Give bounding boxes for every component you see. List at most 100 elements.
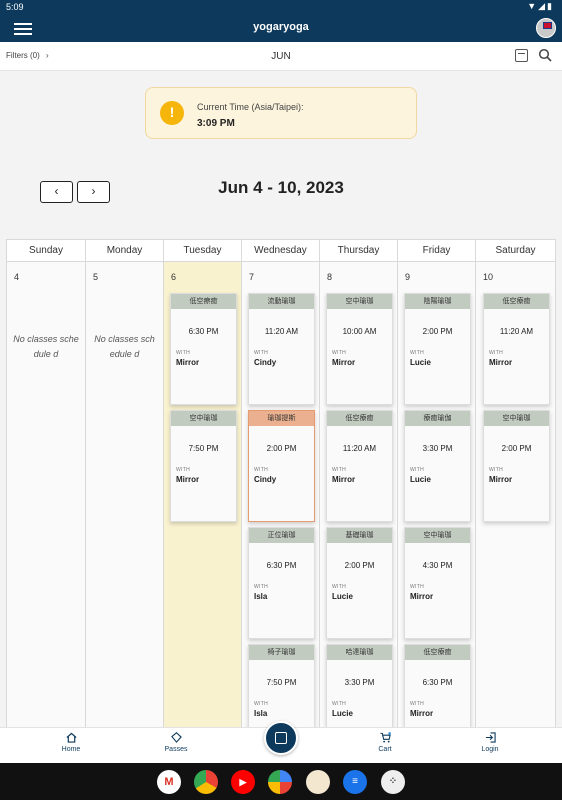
- apps-grid-icon[interactable]: ⁘: [381, 770, 405, 794]
- next-week-button[interactable]: ›: [77, 181, 110, 203]
- with-label: WITH: [410, 467, 424, 473]
- class-time: 6:30 PM: [422, 678, 453, 687]
- with-label: WITH: [254, 701, 268, 707]
- app-icon[interactable]: [306, 770, 330, 794]
- class-card[interactable]: 基礎瑜珈 2:00 PM WITH Lucie: [326, 527, 393, 639]
- class-title: 空中瑜珈: [405, 528, 470, 543]
- messages-icon[interactable]: ≡: [343, 770, 367, 794]
- with-label: WITH: [332, 584, 346, 590]
- class-time: 2:00 PM: [501, 444, 532, 453]
- class-card[interactable]: 流動瑜珈 11:20 AM WITH Cindy: [248, 293, 315, 405]
- nav-home[interactable]: Home: [36, 732, 106, 753]
- class-title: 空中瑜珈: [484, 411, 549, 426]
- home-icon: [66, 732, 76, 743]
- filters-label: Filters (0): [6, 51, 40, 60]
- schedule-fab-button[interactable]: [264, 721, 298, 755]
- class-card-highlighted[interactable]: 瑜珈提斯 2:00 PM WITH Cindy: [248, 410, 315, 522]
- class-time: 7:50 PM: [188, 444, 219, 453]
- day-number: 6: [171, 272, 177, 282]
- with-label: WITH: [332, 467, 346, 473]
- class-card[interactable]: 低空療癒 11:20 AM WITH Mirror: [326, 410, 393, 522]
- day-header-thursday: Thursday: [320, 239, 398, 262]
- day-header-tuesday: Tuesday: [164, 239, 242, 262]
- class-title: 基礎瑜珈: [327, 528, 392, 543]
- teacher-name: Mirror: [332, 358, 356, 367]
- no-classes-text: No classes schedule d: [13, 334, 79, 359]
- calendar-icon: [275, 732, 287, 744]
- with-label: WITH: [410, 350, 424, 356]
- nav-login[interactable]: Login: [455, 732, 525, 753]
- filters-button[interactable]: Filters (0) ›: [6, 51, 49, 60]
- class-time: 3:30 PM: [422, 444, 453, 453]
- class-time: 2:00 PM: [422, 327, 453, 336]
- class-time: 10:00 AM: [342, 327, 377, 336]
- class-card[interactable]: 低空療癒 6:30 PM WITH Mirror: [404, 644, 471, 727]
- class-card[interactable]: 療癒瑜伽 3:30 PM WITH Lucie: [404, 410, 471, 522]
- class-time: 6:30 PM: [266, 561, 297, 570]
- teacher-name: Mirror: [410, 592, 434, 601]
- youtube-icon[interactable]: ▶: [231, 770, 255, 794]
- class-card[interactable]: 低空療癒 11:20 AM WITH Mirror: [483, 293, 550, 405]
- nav-cart[interactable]: Cart: [350, 732, 420, 753]
- teacher-name: Isla: [254, 592, 268, 601]
- class-card[interactable]: 空中瑜珈 7:50 PM WITH Mirror: [170, 410, 237, 522]
- nav-login-label: Login: [481, 746, 499, 753]
- app-title: yogaryoga: [253, 21, 309, 33]
- with-label: WITH: [254, 584, 268, 590]
- day-number: 7: [249, 272, 255, 282]
- class-title: 流動瑜珈: [249, 294, 314, 309]
- teacher-name: Mirror: [176, 358, 200, 367]
- day-header-sunday: Sunday: [6, 239, 86, 262]
- teacher-name: Mirror: [489, 475, 513, 484]
- class-title: 哈達瑜珈: [327, 645, 392, 660]
- day-header-friday: Friday: [398, 239, 476, 262]
- chrome-icon[interactable]: [194, 770, 218, 794]
- teacher-name: Mirror: [489, 358, 513, 367]
- class-card[interactable]: 空中瑜珈 10:00 AM WITH Mirror: [326, 293, 393, 405]
- status-icons: ▼◢▮: [527, 1, 554, 11]
- chevron-left-icon: ‹: [54, 184, 59, 198]
- photos-icon[interactable]: [268, 770, 292, 794]
- class-time: 11:20 AM: [342, 444, 377, 453]
- calendar-icon[interactable]: [515, 49, 528, 62]
- day-number: 9: [405, 272, 411, 282]
- class-card[interactable]: 椅子瑜珈 7:50 PM WITH Isla: [248, 644, 315, 727]
- class-card[interactable]: 空中瑜珈 2:00 PM WITH Mirror: [483, 410, 550, 522]
- class-title: 低空療癒: [484, 294, 549, 309]
- teacher-name: Isla: [254, 709, 268, 718]
- search-icon[interactable]: [538, 48, 552, 62]
- class-card[interactable]: 哈達瑜珈 3:30 PM WITH Lucie: [326, 644, 393, 727]
- day-number: 4: [14, 272, 20, 282]
- class-title: 陰陽瑜珈: [405, 294, 470, 309]
- class-title: 低空療癒: [405, 645, 470, 660]
- with-label: WITH: [489, 350, 503, 356]
- nav-passes[interactable]: Passes: [141, 732, 211, 753]
- class-title: 椅子瑜珈: [249, 645, 314, 660]
- day-number: 5: [93, 272, 99, 282]
- with-label: WITH: [254, 467, 268, 473]
- teacher-name: Cindy: [254, 475, 277, 484]
- class-time: 2:00 PM: [344, 561, 375, 570]
- class-card[interactable]: 空中瑜珈 4:30 PM WITH Mirror: [404, 527, 471, 639]
- status-bar: 5:09 ▼◢▮: [0, 0, 562, 14]
- android-dock: M ▶ ≡ ⁘: [0, 763, 562, 800]
- no-classes-text: No classes schedule d: [94, 334, 155, 359]
- day-column-monday: 5 No classes schedule d: [86, 262, 164, 727]
- toolbar: Filters (0) › JUN: [0, 42, 562, 71]
- schedule-content[interactable]: Current Time (Asia/Taipei): 3:09 PM ‹ › …: [0, 71, 562, 727]
- class-time: 3:30 PM: [344, 678, 375, 687]
- class-card[interactable]: 低空瘵癒 6:30 PM WITH Mirror: [170, 293, 237, 405]
- class-title: 療癒瑜伽: [405, 411, 470, 426]
- teacher-name: Lucie: [410, 475, 431, 484]
- clock-icon: [160, 101, 184, 125]
- gmail-icon[interactable]: M: [157, 770, 181, 794]
- day-column-sunday: 4 No classes schedule d: [6, 262, 86, 727]
- current-time-label: Current Time (Asia/Taipei):: [197, 102, 304, 112]
- avatar[interactable]: [536, 18, 556, 38]
- class-card[interactable]: 正位瑜珈 6:30 PM WITH Isla: [248, 527, 315, 639]
- class-card[interactable]: 陰陽瑜珈 2:00 PM WITH Lucie: [404, 293, 471, 405]
- prev-week-button[interactable]: ‹: [40, 181, 73, 203]
- day-number: 8: [327, 272, 333, 282]
- class-title: 空中瑜珈: [327, 294, 392, 309]
- chevron-right-icon: ›: [91, 184, 96, 198]
